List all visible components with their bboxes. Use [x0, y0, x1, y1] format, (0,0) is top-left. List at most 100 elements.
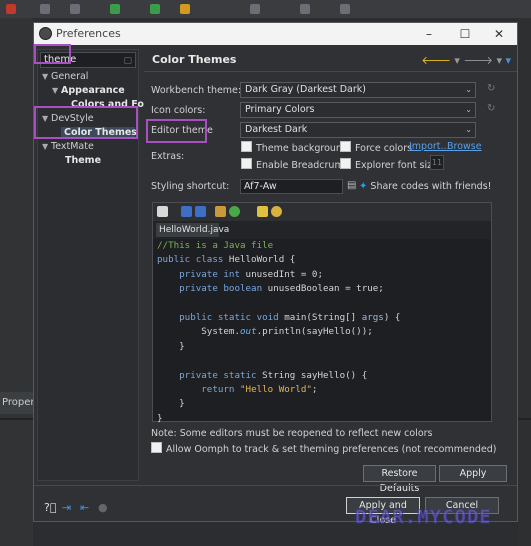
new-file-icon[interactable] — [157, 206, 168, 217]
save-icon[interactable] — [181, 206, 192, 217]
restore-defaults-button[interactable]: Restore Defaults — [363, 465, 436, 494]
icon-colors-select[interactable]: Primary Colors ⌄ — [240, 102, 476, 118]
run-icon[interactable] — [229, 206, 240, 217]
share-codes-link[interactable]: ✦ Share codes with friends! — [359, 181, 491, 192]
code-keyword: private int — [179, 268, 240, 280]
twitter-icon: ✦ — [359, 181, 368, 192]
theme-preview: HelloWorld.java //This is a Java file pu… — [152, 202, 492, 424]
code-text: } — [157, 412, 163, 424]
code-keyword: private boolean — [179, 283, 263, 295]
code-keyword: private static — [179, 369, 257, 381]
ide-toolbar — [0, 0, 531, 18]
code-param: args — [361, 312, 384, 324]
tree-item-textmate[interactable]: ▼ TextMate — [42, 141, 94, 152]
forward-arrow-icon[interactable]: 🡒 — [463, 54, 493, 67]
view-menu-icon[interactable]: ▾ — [505, 54, 511, 67]
preview-toolbar — [153, 203, 491, 221]
toolbar-icon[interactable] — [250, 4, 260, 14]
force-colors-checkbox[interactable]: Force colors — [340, 141, 412, 154]
browse-link[interactable]: Browse — [447, 141, 482, 152]
forward-dropdown-icon[interactable]: ▾ — [496, 54, 502, 67]
toolbar-icon[interactable] — [180, 4, 190, 14]
ide-left-panel — [0, 18, 33, 546]
checkbox-box[interactable] — [241, 141, 252, 152]
minimize-button[interactable]: – — [416, 25, 442, 43]
help-icon[interactable]: ?⃝ — [44, 501, 56, 514]
explorer-font-size-checkbox[interactable]: Explorer font size — [340, 158, 438, 171]
chevron-down-icon[interactable]: ▼ — [42, 72, 51, 81]
font-size-spinner[interactable]: 11 — [430, 155, 444, 170]
toolbar-icon[interactable] — [40, 4, 50, 14]
code-preview: //This is a Java file public class Hello… — [153, 239, 491, 424]
close-button[interactable]: ✕ — [486, 25, 512, 43]
styling-shortcut-field[interactable]: Af7-Aw — [240, 179, 343, 194]
tree-item-theme[interactable]: Theme — [65, 155, 101, 166]
maximize-button[interactable]: ☐ — [452, 25, 478, 43]
filter-highlight — [34, 44, 71, 64]
chevron-down-icon: ⌄ — [465, 105, 472, 114]
chevron-down-icon[interactable]: ▼ — [52, 86, 61, 95]
page-title: Color Themes — [152, 53, 237, 66]
oomph-checkbox[interactable]: Allow Oomph to track & set theming prefe… — [151, 442, 496, 455]
refresh-icon[interactable]: ↻ — [487, 83, 495, 94]
navigation-buttons: 🡐 ▾ 🡒 ▾ ▾ — [421, 53, 511, 67]
checkbox-box[interactable] — [340, 158, 351, 169]
editor-theme-highlight — [146, 119, 207, 143]
code-text: unusedBoolean = true; — [262, 283, 384, 295]
watermark: DEAR.MYCODE — [355, 506, 492, 529]
page-header: Color Themes 🡐 ▾ 🡒 ▾ ▾ — [144, 49, 517, 71]
code-keyword: public class — [157, 254, 224, 266]
clipboard-icon[interactable]: ▤ — [347, 180, 356, 191]
checkbox-box[interactable] — [340, 141, 351, 152]
checkbox-box[interactable] — [241, 158, 252, 169]
code-field: out — [240, 326, 257, 338]
toolbar-icon[interactable] — [340, 4, 350, 14]
code-keyword: return — [201, 384, 235, 396]
devstyle-highlight — [34, 106, 138, 139]
toolbar-icon[interactable] — [300, 4, 310, 14]
styling-shortcut-label: Styling shortcut: — [151, 181, 230, 192]
code-text: unusedInt = 0; — [240, 268, 323, 280]
apply-button[interactable]: Apply — [439, 465, 507, 482]
editor-tab[interactable]: HelloWorld.java — [156, 223, 229, 237]
toolbar-icon[interactable] — [6, 4, 16, 14]
clear-filter-icon[interactable]: ▢ — [123, 54, 132, 68]
enable-breadcrumb-checkbox[interactable]: Enable Breadcrumb — [241, 158, 350, 171]
chevron-down-icon[interactable]: ▼ — [42, 142, 51, 151]
theme-background-checkbox[interactable]: Theme background — [241, 141, 348, 154]
toolbar-icon[interactable] — [150, 4, 160, 14]
toolbar-icon[interactable] — [70, 4, 80, 14]
import-icon[interactable]: ⇥ — [62, 501, 71, 514]
header-divider — [144, 71, 517, 72]
checkbox-box[interactable] — [151, 442, 162, 453]
build-icon[interactable] — [215, 206, 226, 217]
ide-right-panel — [518, 18, 531, 546]
oomph-icon[interactable]: ● — [98, 501, 108, 514]
search-icon[interactable] — [271, 206, 282, 217]
code-text: System. — [201, 326, 240, 338]
reopen-note: Note: Some editors must be reopened to r… — [151, 428, 433, 439]
import-link[interactable]: Import... — [409, 141, 450, 152]
code-comment: //This is a Java file — [157, 240, 274, 251]
code-text: ; — [311, 384, 318, 396]
workbench-theme-label: Workbench theme: — [151, 85, 242, 96]
back-dropdown-icon[interactable]: ▾ — [454, 54, 460, 67]
export-icon[interactable]: ⇤ — [80, 501, 89, 514]
editor-theme-select[interactable]: Darkest Dark ⌄ — [240, 122, 476, 138]
code-keyword: public static void — [179, 312, 279, 324]
dialog-title: Preferences — [56, 27, 121, 40]
refresh-icon[interactable]: ↻ — [487, 103, 495, 114]
back-arrow-icon[interactable]: 🡐 — [421, 54, 451, 67]
toolbar-icon[interactable] — [110, 4, 120, 14]
tree-item-general[interactable]: ▼ General — [42, 71, 88, 82]
tree-item-appearance[interactable]: ▼ Appearance — [52, 85, 125, 96]
save-all-icon[interactable] — [195, 206, 206, 217]
chevron-down-icon: ⌄ — [465, 85, 472, 94]
open-type-icon[interactable] — [257, 206, 268, 217]
icon-colors-label: Icon colors: — [151, 105, 206, 116]
code-text: HelloWorld { — [223, 254, 296, 266]
workbench-theme-select[interactable]: Dark Gray (Darkest Dark) ⌄ — [240, 82, 476, 98]
code-text: } — [179, 340, 185, 352]
footer-divider — [34, 485, 517, 486]
dialog-titlebar[interactable]: Preferences – ☐ ✕ — [34, 23, 517, 45]
